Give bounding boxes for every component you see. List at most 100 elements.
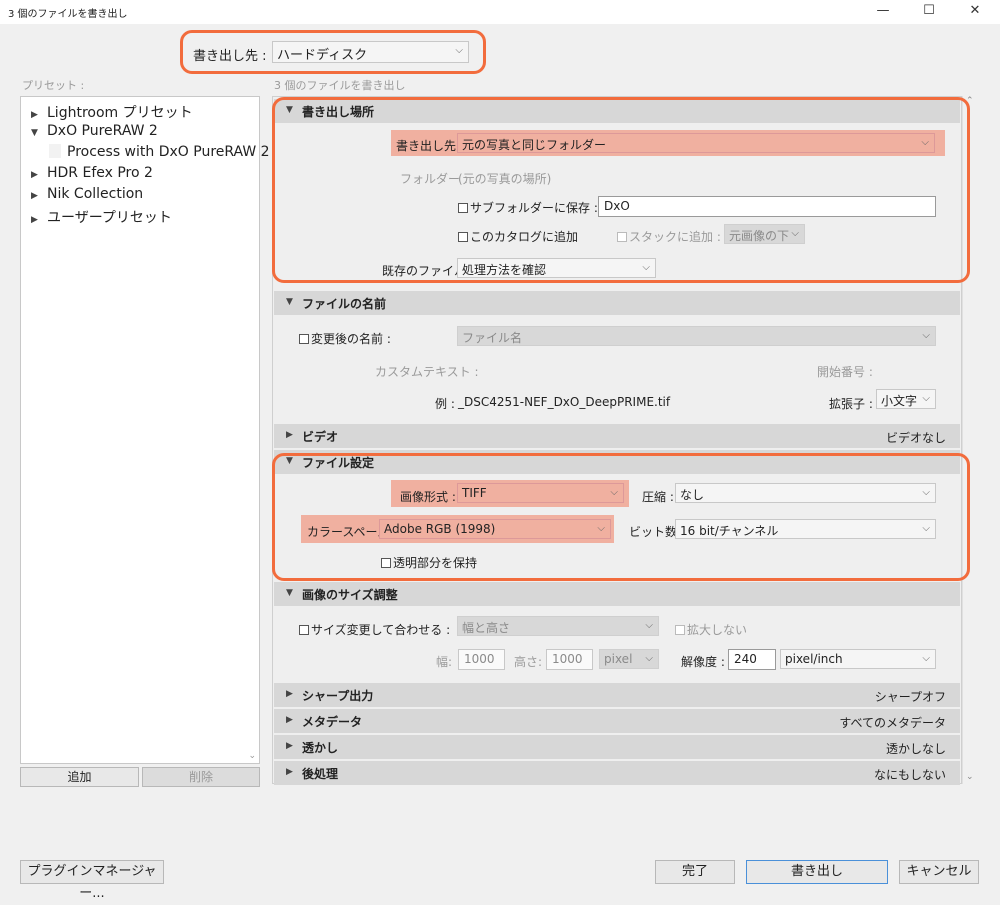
section-file-naming[interactable]: ▼ ファイルの名前 (274, 291, 960, 315)
preset-folder-hdr[interactable]: ▶ HDR Efex Pro 2 (31, 165, 153, 181)
export-to-label: 書き出し先 : (193, 49, 267, 64)
export-summary: 3 個のファイルを書き出し (274, 79, 406, 92)
extension-select[interactable]: 小文字 ⌵ (876, 389, 936, 409)
custom-text-label: カスタムテキスト : (375, 365, 479, 379)
expand-icon[interactable]: ▶ (31, 110, 47, 120)
minimize-icon[interactable]: — (860, 0, 906, 24)
preset-folder-dxo[interactable]: ▼ DxO PureRAW 2 (31, 123, 158, 139)
remove-preset-button[interactable]: 削除 (142, 767, 260, 787)
width-label: 幅: (436, 655, 453, 669)
dont-enlarge-checkbox[interactable]: 拡大しない (675, 621, 747, 638)
preset-label: Process with DxO PureRAW 2 (67, 144, 270, 160)
presets-heading: プリセット : (22, 79, 85, 92)
section-title: シャープ出力 (302, 689, 374, 703)
example-label: 例 : (435, 397, 455, 411)
chevron-down-icon: ⌵ (922, 330, 930, 341)
expand-icon[interactable]: ▶ (286, 741, 302, 751)
width-value: 1000 (464, 652, 495, 666)
expand-icon[interactable]: ▶ (286, 715, 302, 725)
section-video[interactable]: ▶ ビデオ ビデオなし (274, 424, 960, 448)
title-bar: 3 個のファイルを書き出し — ☐ ✕ (0, 0, 1000, 24)
export-to-select[interactable]: ハードディスク ⌵ (272, 41, 469, 63)
preset-folder-nik[interactable]: ▶ Nik Collection (31, 186, 143, 202)
expand-icon[interactable]: ▶ (286, 767, 302, 777)
example-value: _DSC4251-NEF_DxO_DeepPRIME.tif (458, 395, 671, 409)
section-title: ビデオ (302, 430, 339, 444)
resolution-value: 240 (734, 652, 757, 666)
size-unit-value: pixel (604, 652, 633, 666)
checkbox-icon[interactable] (675, 625, 685, 635)
width-input[interactable]: 1000 (458, 649, 505, 670)
extension-label: 拡張子 : (829, 397, 873, 411)
resolution-label: 解像度 : (681, 655, 725, 669)
rename-label: 変更後の名前 : (311, 332, 391, 346)
chevron-down-icon: ⌵ (645, 653, 653, 664)
add-preset-button[interactable]: 追加 (20, 767, 139, 787)
section-summary: すべてのメタデータ (839, 716, 946, 730)
section-output-sharpening[interactable]: ▶ シャープ出力 シャープオフ (274, 683, 960, 707)
section-image-sizing[interactable]: ▼ 画像のサイズ調整 (274, 582, 960, 606)
section-post-processing[interactable]: ▶ 後処理 なにもしない (274, 761, 960, 785)
resolution-unit-value: pixel/inch (785, 652, 843, 666)
section-title: 後処理 (302, 767, 339, 781)
height-value: 1000 (552, 652, 583, 666)
preset-item-process-dxo[interactable]: Process with DxO PureRAW 2 (49, 144, 270, 160)
section-title: メタデータ (302, 715, 363, 729)
scroll-down-icon[interactable]: ⌄ (966, 772, 974, 782)
preset-label: DxO PureRAW 2 (47, 123, 158, 139)
checkbox-icon[interactable] (299, 625, 309, 635)
section-summary: 透かしなし (885, 742, 946, 756)
preset-label: ユーザープリセット (47, 210, 172, 226)
expand-icon[interactable]: ▶ (31, 170, 47, 180)
chevron-down-icon: ⌵ (455, 45, 463, 56)
expand-icon[interactable]: ▶ (286, 689, 302, 699)
section-summary: ビデオなし (885, 431, 946, 445)
section-metadata[interactable]: ▶ メタデータ すべてのメタデータ (274, 709, 960, 733)
export-button[interactable]: 書き出し (746, 860, 888, 884)
plugin-manager-button[interactable]: プラグインマネージャー... (20, 860, 164, 901)
preset-label: Lightroom プリセット (47, 105, 193, 121)
collapse-icon[interactable]: ▼ (286, 297, 302, 307)
checkbox-icon[interactable] (299, 334, 309, 344)
section-title: 画像のサイズ調整 (302, 588, 398, 602)
cancel-button[interactable]: キャンセル (899, 860, 979, 884)
chevron-down-icon: ⌵ (645, 620, 653, 631)
maximize-icon[interactable]: ☐ (906, 0, 952, 24)
size-unit-select[interactable]: pixel ⌵ (599, 649, 659, 669)
collapse-icon[interactable]: ▼ (286, 588, 302, 598)
chevron-down-icon: ⌵ (922, 653, 930, 664)
resize-label: サイズ変更して合わせる : (311, 623, 451, 637)
preset-list[interactable]: ▶ Lightroom プリセット ▼ DxO PureRAW 2 Process … (20, 96, 270, 764)
height-label: 高さ: (514, 655, 543, 669)
export-location-annotation (272, 97, 970, 283)
rename-template-value: ファイル名 (462, 331, 523, 345)
export-to-value: ハードディスク (277, 48, 368, 63)
preset-checkbox[interactable] (49, 144, 61, 158)
dont-enlarge-label: 拡大しない (687, 623, 748, 637)
resize-mode-select[interactable]: 幅と高さ ⌵ (457, 616, 659, 636)
close-icon[interactable]: ✕ (952, 0, 998, 24)
done-button[interactable]: 完了 (655, 860, 735, 884)
extension-value: 小文字 (881, 394, 918, 408)
resolution-input[interactable]: 240 (728, 649, 776, 670)
preset-label: Nik Collection (47, 186, 144, 202)
scroll-down-icon[interactable]: ⌄ (248, 751, 256, 761)
rename-template-select[interactable]: ファイル名 ⌵ (457, 326, 936, 346)
window-title: 3 個のファイルを書き出し (8, 9, 128, 20)
section-title: ファイルの名前 (302, 297, 387, 311)
collapse-icon[interactable]: ▼ (31, 128, 47, 138)
height-input[interactable]: 1000 (546, 649, 593, 670)
expand-icon[interactable]: ▶ (286, 430, 302, 440)
file-settings-annotation (272, 453, 970, 581)
preset-folder-user[interactable]: ▶ ユーザープリセット (31, 207, 172, 227)
resize-mode-value: 幅と高さ (462, 621, 511, 635)
preset-folder-lightroom[interactable]: ▶ Lightroom プリセット (31, 102, 193, 122)
resolution-unit-select[interactable]: pixel/inch ⌵ (780, 649, 936, 669)
expand-icon[interactable]: ▶ (31, 215, 47, 225)
expand-icon[interactable]: ▶ (31, 191, 47, 201)
section-summary: シャープオフ (874, 690, 946, 704)
section-watermark[interactable]: ▶ 透かし 透かしなし (274, 735, 960, 759)
resize-checkbox[interactable]: サイズ変更して合わせる : (299, 621, 450, 638)
chevron-down-icon: ⌵ (922, 393, 930, 404)
rename-checkbox[interactable]: 変更後の名前 : (299, 330, 391, 347)
